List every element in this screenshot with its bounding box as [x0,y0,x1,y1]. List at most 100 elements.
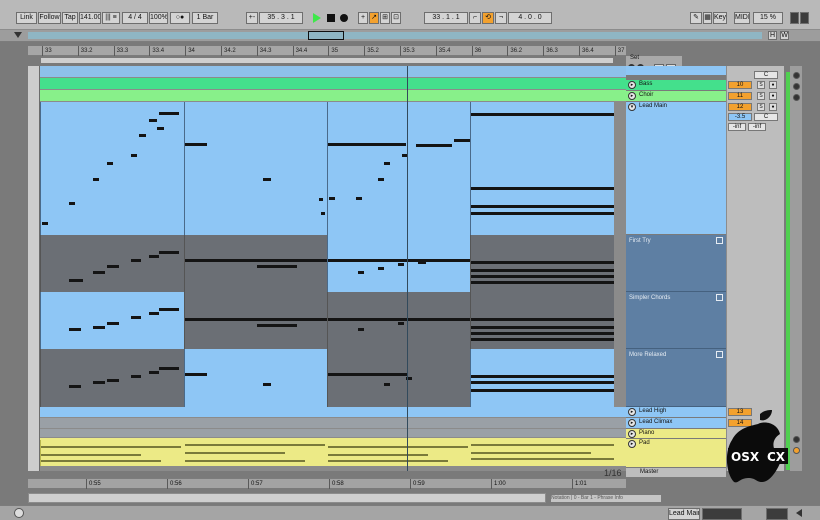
top-lane[interactable] [28,66,626,77]
punch-in-icon[interactable]: ⌐ [469,12,481,24]
midi-note[interactable] [157,127,164,130]
midi-note[interactable] [93,326,105,329]
choir-fold-icon[interactable]: ▸ [628,92,636,100]
midi-note[interactable] [378,178,384,181]
arrangement-record-icon[interactable]: +- [246,12,258,24]
midi-note[interactable] [185,143,207,146]
track-toggle-icon[interactable] [793,447,800,454]
take-clip[interactable] [470,292,614,349]
midi-map-button[interactable]: MIDI [734,12,750,24]
take-clip[interactable] [184,292,327,349]
midi-note[interactable] [471,375,614,378]
bass-volume[interactable]: 10 [728,81,752,89]
lead-main-clip[interactable] [40,102,184,235]
track-toggle-icon[interactable] [793,94,800,101]
midi-note[interactable] [93,381,105,384]
midi-note[interactable] [131,154,137,157]
midi-note[interactable] [471,205,614,208]
midi-note[interactable] [398,322,404,325]
midi-note[interactable] [471,332,614,335]
overview-button-h[interactable]: H [768,31,777,40]
take-clip[interactable] [470,349,614,407]
midi-note[interactable] [131,316,141,319]
choir-lane[interactable] [28,90,626,101]
midi-note[interactable] [159,251,179,254]
tap-button[interactable]: Tap [62,12,78,24]
lead-main-pan[interactable]: C [754,113,778,121]
horizontal-scrollbar[interactable] [28,493,546,503]
choir-solo-button[interactable]: S [757,92,765,100]
quantize-menu[interactable]: 1 Bar [192,12,218,24]
midi-note[interactable] [93,178,99,181]
take-clip[interactable] [327,235,470,292]
midi-note[interactable] [384,383,390,386]
nudge-icon[interactable]: ||| ≡ [102,12,120,24]
lead-main-clip[interactable] [327,102,470,235]
midi-note[interactable] [107,379,119,382]
midi-note[interactable] [471,326,614,329]
midi-note[interactable] [257,324,297,327]
take-lane-button[interactable] [716,351,723,358]
loop-length-field[interactable]: 4 . 0 . 0 [508,12,552,24]
midi-note[interactable] [107,322,119,325]
midi-note[interactable] [328,259,470,262]
loop-start-field[interactable]: 33 . 1 . 1 [424,12,468,24]
record-icon[interactable] [340,14,348,22]
midi-note[interactable] [149,371,159,374]
midi-note[interactable] [69,202,75,205]
draw-mode-icon[interactable]: ✎ [690,12,702,24]
midi-note[interactable] [263,178,271,181]
midi-note[interactable] [69,385,81,388]
clip-view-icon[interactable] [766,508,788,520]
midi-note[interactable] [149,255,159,258]
take-clip[interactable] [40,292,184,349]
tempo-field[interactable]: 141.00 [79,12,101,24]
midi-note[interactable] [319,198,323,201]
midi-note[interactable] [41,460,161,462]
midi-note[interactable] [378,267,384,270]
time-signature-field[interactable]: 4 / 4 [122,12,148,24]
play-icon[interactable] [313,13,321,23]
metronome-icon[interactable]: ○● [170,12,190,24]
lead-main-clip[interactable] [470,102,614,235]
midi-note[interactable] [185,373,207,376]
piano-fold-icon[interactable]: ▸ [628,430,636,438]
back-to-arrangement-icon[interactable]: ⊞ [380,12,390,24]
lead-high-fold-icon[interactable]: ▸ [628,408,636,416]
track-toggle-icon[interactable] [793,83,800,90]
lead-main-fold-icon[interactable]: ▾ [628,103,636,111]
bass-solo-button[interactable]: S [757,81,765,89]
midi-note[interactable] [185,259,327,262]
time-ruler[interactable]: 0:55 0:56 0:57 0:58 0:59 1:00 1:01 [28,478,626,489]
midi-note[interactable] [418,261,426,264]
track-header-lead-high[interactable]: ▸ Lead High [626,407,726,418]
panel-toggle-icon[interactable] [796,509,802,517]
midi-note[interactable] [185,318,327,321]
loop-switch-icon[interactable]: ⟲ [482,12,494,24]
midi-note[interactable] [69,279,83,282]
midi-note[interactable] [159,308,179,311]
midi-note[interactable] [471,269,614,272]
take-lane-button[interactable] [716,294,723,301]
midi-note[interactable] [257,265,297,268]
midi-note[interactable] [471,113,614,116]
take-clip[interactable] [40,235,184,292]
midi-note[interactable] [139,134,146,137]
choir-arm-button[interactable]: ● [769,92,777,100]
take-lane-first-try[interactable]: First Try [626,235,726,292]
midi-note[interactable] [328,143,406,146]
master-track-header[interactable]: Master [626,468,726,478]
midi-note[interactable] [358,328,364,331]
midi-note[interactable] [416,144,452,147]
midi-note[interactable] [93,271,105,274]
take-clip[interactable] [327,349,470,407]
overview-visible-window[interactable] [308,31,344,40]
midi-note[interactable] [149,312,159,315]
midi-note[interactable] [329,197,335,200]
overdub-icon[interactable]: + [358,12,368,24]
track-header-piano[interactable]: ▸ Piano [626,429,726,439]
midi-note[interactable] [471,381,614,384]
key-map-button[interactable]: Key [713,12,727,24]
take-clip[interactable] [327,292,470,349]
lead-high-lane[interactable] [28,407,626,417]
